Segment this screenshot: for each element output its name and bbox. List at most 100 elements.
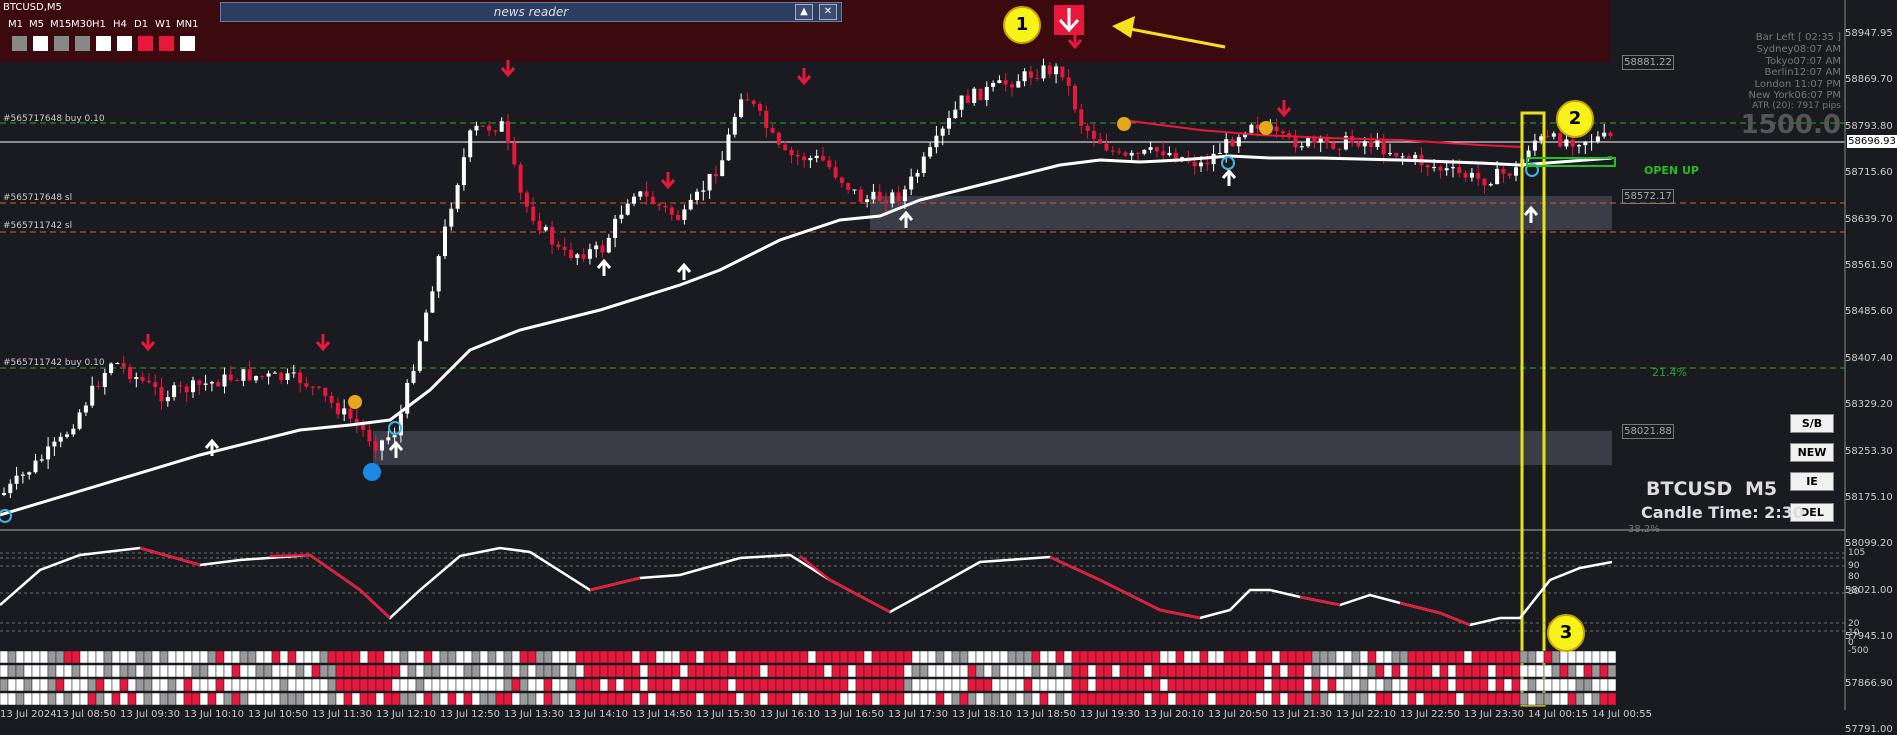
signal-cell (1407, 692, 1417, 706)
candle-body (808, 158, 813, 161)
signal-cell (1055, 678, 1065, 692)
signal-cell (767, 650, 777, 664)
ie-button[interactable]: IE (1790, 472, 1834, 491)
signal-cell (1143, 650, 1153, 664)
signal-cell (31, 692, 41, 706)
signal-cell (447, 664, 457, 678)
signal-cell (495, 650, 505, 664)
signal-cell (831, 678, 841, 692)
signal-cell (551, 678, 561, 692)
candle-body (335, 402, 340, 415)
signal-cell (399, 650, 409, 664)
signal-cell (1551, 650, 1561, 664)
signal-cell (1063, 678, 1073, 692)
candle-body (713, 173, 718, 177)
signal-cell (1263, 650, 1273, 664)
new-button[interactable]: NEW (1790, 443, 1834, 462)
signal-cell (319, 650, 329, 664)
signal-cell (1359, 678, 1369, 692)
y-tick: 58485.60 (1845, 306, 1893, 318)
signal-cell (1439, 664, 1449, 678)
signal-cell (271, 692, 281, 706)
signal-cell (455, 692, 465, 706)
signal-cell (359, 664, 369, 678)
candle-body (323, 387, 328, 396)
signal-cell (551, 650, 561, 664)
signal-cell (863, 664, 873, 678)
signal-cell (1583, 664, 1593, 678)
signal-cell (1303, 678, 1313, 692)
signal-cell (1087, 650, 1097, 664)
candle-body (1104, 143, 1109, 151)
candle-body (1148, 147, 1153, 150)
signal-cell (479, 664, 489, 678)
signal-cell (1311, 678, 1321, 692)
candle-body (1129, 152, 1134, 156)
signal-cell (1191, 650, 1201, 664)
signal-cell (1447, 678, 1457, 692)
candle-body (20, 474, 25, 476)
signal-cell (423, 692, 433, 706)
signal-cell (983, 692, 993, 706)
signal-cell (679, 664, 689, 678)
signal-cell (1015, 692, 1025, 706)
signal-cell (1279, 678, 1289, 692)
signal-cell (207, 692, 217, 706)
candle-body (739, 99, 744, 118)
candle-body (707, 173, 712, 191)
footer-timeframe: M5 (1745, 478, 1778, 500)
signal-cell (1487, 664, 1497, 678)
price-chart[interactable] (0, 0, 1897, 728)
signal-cell (751, 664, 761, 678)
candle-body (1432, 167, 1437, 169)
signal-cell (1599, 692, 1609, 706)
signal-cell (407, 650, 417, 664)
signal-cell (1535, 664, 1545, 678)
signal-cell (543, 650, 553, 664)
candle-body (978, 88, 983, 101)
signal-cell (1479, 692, 1489, 706)
signal-cell (1063, 692, 1073, 706)
signal-cell (135, 650, 145, 664)
signal-cell (1047, 692, 1057, 706)
signal-cell (855, 664, 865, 678)
signal-cell (1239, 650, 1249, 664)
candle-body (455, 185, 460, 209)
signal-cell (1103, 664, 1113, 678)
signal-cell (279, 650, 289, 664)
signal-cell (1175, 692, 1185, 706)
signal-cell (111, 664, 121, 678)
signal-cell (95, 692, 105, 706)
candle-body (159, 387, 164, 402)
candle-body (1022, 71, 1027, 82)
percent-label: 21.4% (1652, 366, 1687, 379)
signal-cell (727, 692, 737, 706)
candle-body (361, 424, 366, 430)
signal-cell (383, 650, 393, 664)
candle-body (1451, 167, 1455, 169)
signal-cell (807, 692, 817, 706)
support-zone-lower (373, 431, 1612, 465)
signal-cell (431, 678, 441, 692)
candle-body (178, 385, 183, 387)
signal-cell (1023, 692, 1033, 706)
signal-cell (215, 692, 225, 706)
signal-cell (567, 692, 577, 706)
signal-cell (839, 664, 849, 678)
signal-cell (327, 650, 337, 664)
signal-cell (1087, 678, 1097, 692)
signal-cell (1279, 650, 1289, 664)
candle-body (203, 383, 208, 385)
signal-cell (351, 664, 361, 678)
candle-body (1211, 153, 1216, 165)
signal-cell (1175, 678, 1185, 692)
signal-cell (143, 692, 153, 706)
signal-cell (1463, 664, 1473, 678)
signal-cell (1527, 650, 1537, 664)
sb-button[interactable]: S/B (1790, 414, 1834, 433)
candle-body (8, 483, 13, 494)
signal-cell (23, 678, 33, 692)
signal-cell (487, 664, 497, 678)
signal-cell (415, 692, 425, 706)
signal-cell (631, 650, 641, 664)
